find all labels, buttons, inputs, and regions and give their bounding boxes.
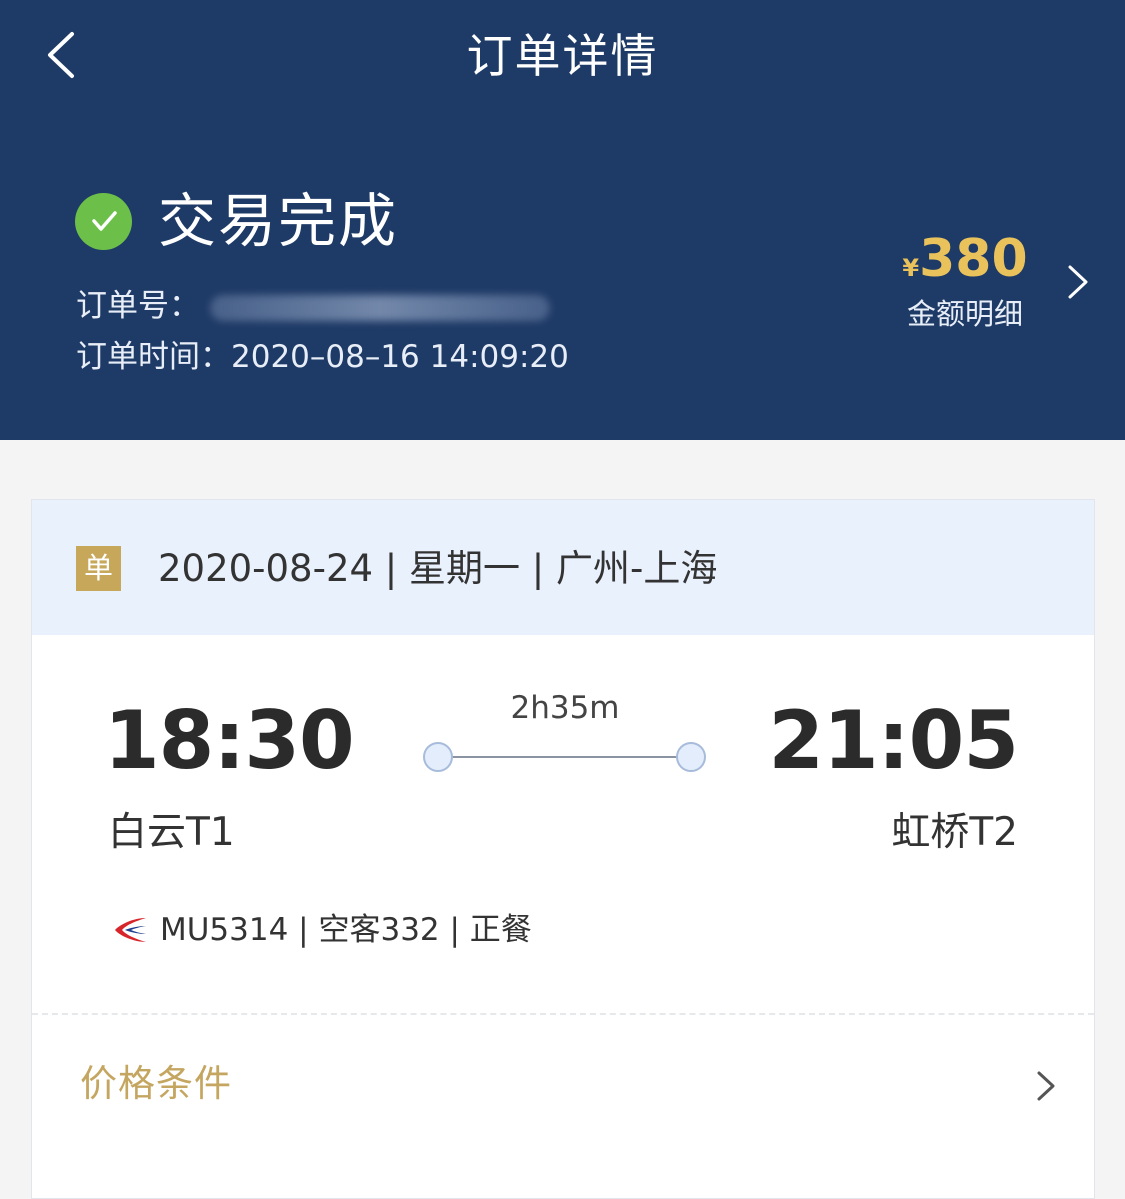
order-time-row: 订单时间：2020–08–16 14:09:20 xyxy=(76,337,569,377)
order-number-row: 订单号： xyxy=(76,286,550,326)
order-number-redacted xyxy=(210,294,550,321)
order-time-value: 2020–08–16 14:09:20 xyxy=(231,339,569,375)
one-way-badge: 单 xyxy=(76,546,121,591)
departure-airport: 白云T1 xyxy=(108,810,235,855)
trip-summary: 2020-08-24 | 星期一 | 广州-上海 xyxy=(158,547,718,590)
flight-info: MU5314 | 空客332 | 正餐 xyxy=(112,908,532,952)
check-circle-icon xyxy=(75,192,132,250)
price-detail-link[interactable]: 金额明细 xyxy=(880,294,1050,334)
flight-card: 单 2020-08-24 | 星期一 | 广州-上海 18:30 21:05 2… xyxy=(31,499,1095,1199)
price-currency: ¥ xyxy=(902,254,920,282)
route-line-icon xyxy=(423,742,706,772)
price-detail-chevron[interactable] xyxy=(1060,262,1094,302)
chevron-right-icon xyxy=(1068,265,1088,299)
order-status: 交易完成 xyxy=(75,186,398,256)
price-block[interactable]: ¥380 金额明细 xyxy=(880,226,1050,334)
card-divider xyxy=(32,1013,1094,1015)
china-eastern-logo-icon xyxy=(115,918,146,942)
arrival-airport: 虹桥T2 xyxy=(891,810,1018,855)
page-title: 订单详情 xyxy=(466,29,659,83)
flight-duration: 2h35m xyxy=(510,690,620,726)
price-conditions-label: 价格条件 xyxy=(80,1062,232,1105)
flight-details: MU5314 | 空客332 | 正餐 xyxy=(160,912,532,948)
price-conditions-row[interactable]: 价格条件 xyxy=(32,1040,1094,1126)
arrival-time: 21:05 xyxy=(768,694,1019,787)
price-amount: 380 xyxy=(919,229,1028,289)
order-time-label: 订单时间： xyxy=(76,339,231,375)
order-header: 订单详情 交易完成 订单号： 订单时间：2020–08–16 14:09:20 … xyxy=(0,0,1125,440)
departure-time: 18:30 xyxy=(104,694,355,787)
total-price: ¥380 xyxy=(880,226,1050,292)
status-text: 交易完成 xyxy=(158,187,399,255)
flight-card-header: 单 2020-08-24 | 星期一 | 广州-上海 xyxy=(32,500,1094,635)
chevron-right-icon xyxy=(1037,1071,1055,1101)
order-number-label: 订单号： xyxy=(76,288,200,324)
